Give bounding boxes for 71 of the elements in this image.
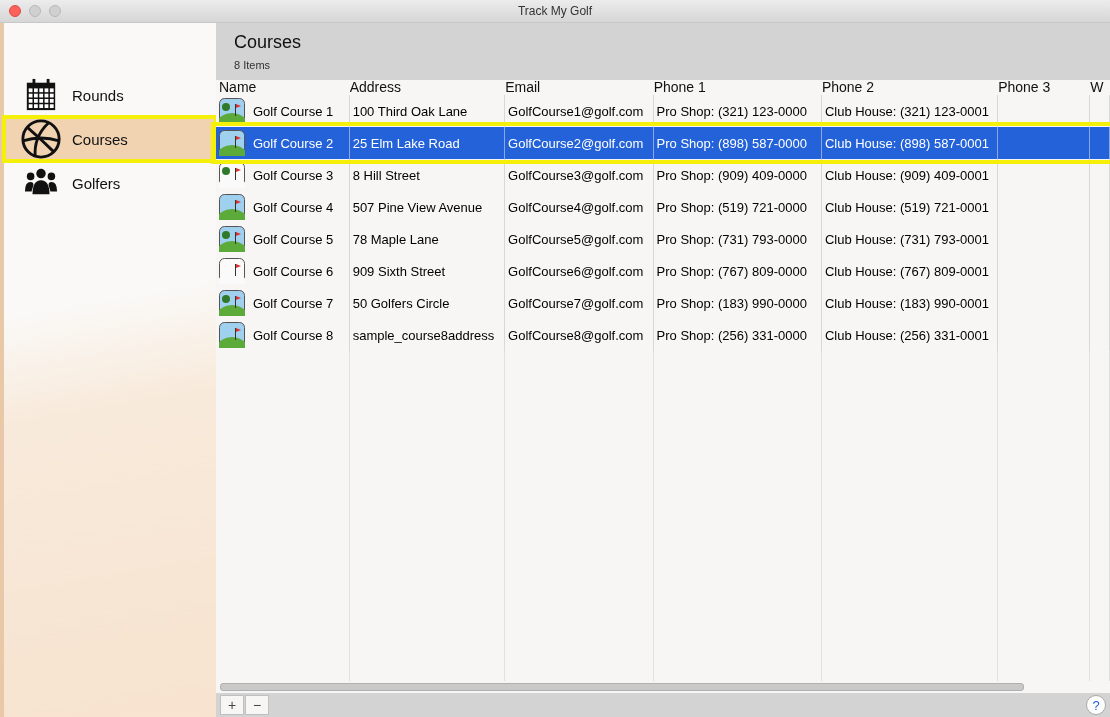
- page-title: Courses: [234, 32, 303, 53]
- table-row[interactable]: Golf Course 5 78 Maple Lane GolfCourse5@golf.com Pro Shop: (731) 793-0000 Club House: (731) 793-0001: [216, 223, 1110, 255]
- item-count: 8 Items: [234, 59, 272, 71]
- table-cell: Golf Course 4: [253, 199, 334, 215]
- table-cell: Pro Shop: (256) 331-0000: [656, 327, 807, 343]
- table-cell: Club House: (321) 123-0001: [824, 103, 989, 119]
- table-row[interactable]: Golf Course 7 50 Golfers Circle GolfCourse7@golf.com Pro Shop: (183) 990-0000 Club House: (183) 990-0001: [216, 287, 1110, 319]
- table-cell: Pro Shop: (321) 123-0000: [656, 103, 807, 119]
- table-row[interactable]: Golf Course 6 909 Sixth Street GolfCourse6@golf.com Pro Shop: (767) 809-0000 Club House: (767) 809-0001: [216, 255, 1110, 287]
- zoom-button[interactable]: [49, 5, 61, 17]
- column-header[interactable]: Address: [349, 80, 506, 95]
- table-cell: Golf Course 2: [253, 135, 334, 151]
- sidebar-label: Rounds: [72, 86, 124, 104]
- sidebar-label: Courses: [72, 130, 128, 148]
- table-cell: GolfCourse5@golf.com: [508, 231, 644, 247]
- table-cell: Club House: (909) 409-0001: [824, 167, 989, 183]
- table-cell: Pro Shop: (183) 990-0000: [656, 295, 807, 311]
- column-header[interactable]: Email: [505, 80, 654, 95]
- table-cell: 50 Golfers Circle: [352, 295, 450, 311]
- table-cell: Pro Shop: (909) 409-0000: [656, 167, 807, 183]
- table-row[interactable]: Golf Course 3 8 Hill Street GolfCourse3@golf.com Pro Shop: (909) 409-0000 Club House: (909) 409-0001: [216, 159, 1110, 191]
- table-cell: Club House: (519) 721-0001: [824, 199, 989, 215]
- add-button[interactable]: +: [220, 695, 244, 715]
- close-button[interactable]: [9, 5, 21, 17]
- table-cell: Pro Shop: (731) 793-0000: [656, 231, 807, 247]
- minimize-button[interactable]: [29, 5, 41, 17]
- table-cell: 8 Hill Street: [352, 167, 420, 183]
- sidebar-label: Golfers: [72, 174, 121, 192]
- window-title: Track My Golf: [517, 4, 593, 18]
- table-cell: Golf Course 3: [253, 167, 334, 183]
- table-cell: Club House: (183) 990-0001: [824, 295, 989, 311]
- table-cell: Golf Course 5: [253, 231, 334, 247]
- table-row[interactable]: Golf Course 4 507 Pine View Avenue GolfCourse4@golf.com Pro Shop: (519) 721-0000 Club House: (519) 721-0001: [216, 191, 1110, 223]
- table-cell: Golf Course 1: [253, 103, 334, 119]
- table-cell: GolfCourse4@golf.com: [508, 199, 644, 215]
- sidebar-item[interactable]: Rounds: [4, 73, 216, 117]
- table-cell: sample_course8address: [352, 327, 495, 343]
- table-cell: 25 Elm Lake Road: [352, 135, 460, 151]
- table-cell: GolfCourse1@golf.com: [508, 103, 644, 119]
- table-cell: 909 Sixth Street: [352, 263, 446, 279]
- globe-icon: [20, 118, 62, 160]
- calendar-icon: [24, 78, 58, 112]
- column-header[interactable]: Phone 3: [998, 80, 1091, 95]
- table-cell: GolfCourse8@golf.com: [508, 327, 644, 343]
- table-cell: Pro Shop: (519) 721-0000: [656, 199, 807, 215]
- table-cell: Pro Shop: (767) 809-0000: [656, 263, 807, 279]
- table-cell: Pro Shop: (898) 587-0000: [656, 135, 807, 151]
- table-cell: 100 Third Oak Lane: [352, 103, 468, 119]
- column-header[interactable]: Phone 1: [653, 80, 822, 95]
- table-cell: 78 Maple Lane: [352, 231, 439, 247]
- table-row[interactable]: Golf Course 8 sample_course8address GolfCourse8@golf.com Pro Shop: (256) 331-0000 Club House: (256) 331-0001: [216, 319, 1110, 351]
- table-cell: Golf Course 8: [253, 327, 334, 343]
- sidebar-item[interactable]: Golfers: [4, 161, 216, 205]
- column-header[interactable]: Phone 2: [821, 80, 999, 95]
- table-cell: Golf Course 6: [253, 263, 334, 279]
- table-cell: GolfCourse7@golf.com: [508, 295, 644, 311]
- table-cell: Club House: (731) 793-0001: [824, 231, 989, 247]
- sidebar-item[interactable]: Courses: [4, 117, 216, 161]
- table-cell: GolfCourse3@golf.com: [508, 167, 644, 183]
- table-cell: Club House: (767) 809-0001: [824, 263, 989, 279]
- table-cell: Club House: (256) 331-0001: [824, 327, 989, 343]
- scrollbar[interactable]: [220, 683, 1024, 691]
- table-cell: Club House: (898) 587-0001: [824, 135, 989, 151]
- table-cell: GolfCourse2@golf.com: [508, 135, 644, 151]
- table-cell: 507 Pine View Avenue: [352, 199, 483, 215]
- help-button[interactable]: ?: [1086, 695, 1106, 715]
- column-header[interactable]: Name: [219, 80, 350, 95]
- remove-button[interactable]: −: [245, 695, 269, 715]
- column-header[interactable]: W: [1090, 80, 1110, 95]
- table-cell: GolfCourse6@golf.com: [508, 263, 644, 279]
- table-cell: Golf Course 7: [253, 295, 334, 311]
